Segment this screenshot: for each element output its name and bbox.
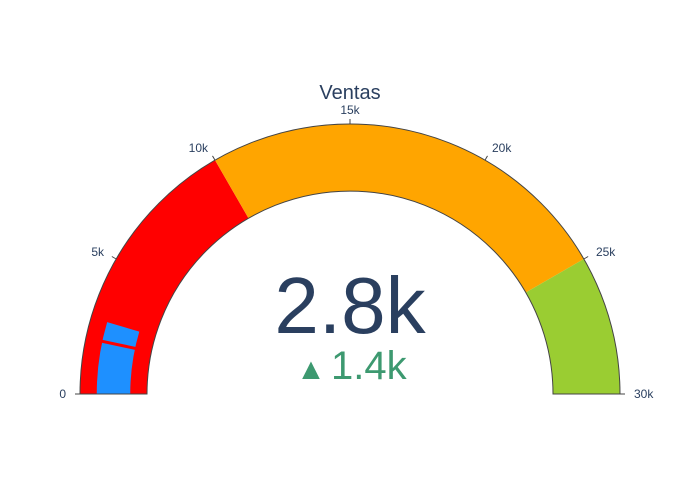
gauge-value: 2.8k [274,261,426,350]
gauge-tick-label: 15k [340,103,360,117]
gauge-tick-label: 25k [596,245,616,259]
gauge-tick-label: 0 [59,387,66,401]
gauge-tick-4 [484,155,488,161]
gauge-chart: 0 5k 10k 15k 20k 25k 30k Ventas 2.8k ▲ 1.4k [0,0,700,500]
gauge-tick-5 [583,256,589,260]
gauge-tick-label: 5k [91,245,105,259]
delta-up-icon: ▲ [296,353,326,386]
gauge-tick-label: 10k [189,141,209,155]
gauge-tick-label: 30k [634,387,654,401]
gauge-tick-1 [111,256,117,260]
gauge-tick-label: 20k [492,141,512,155]
gauge-delta: 1.4k [331,344,408,388]
gauge-svg: 0 5k 10k 15k 20k 25k 30k Ventas 2.8k ▲ 1.4k [59,82,654,401]
gauge-tick-2 [212,155,216,161]
chart-title: Ventas [319,82,380,104]
